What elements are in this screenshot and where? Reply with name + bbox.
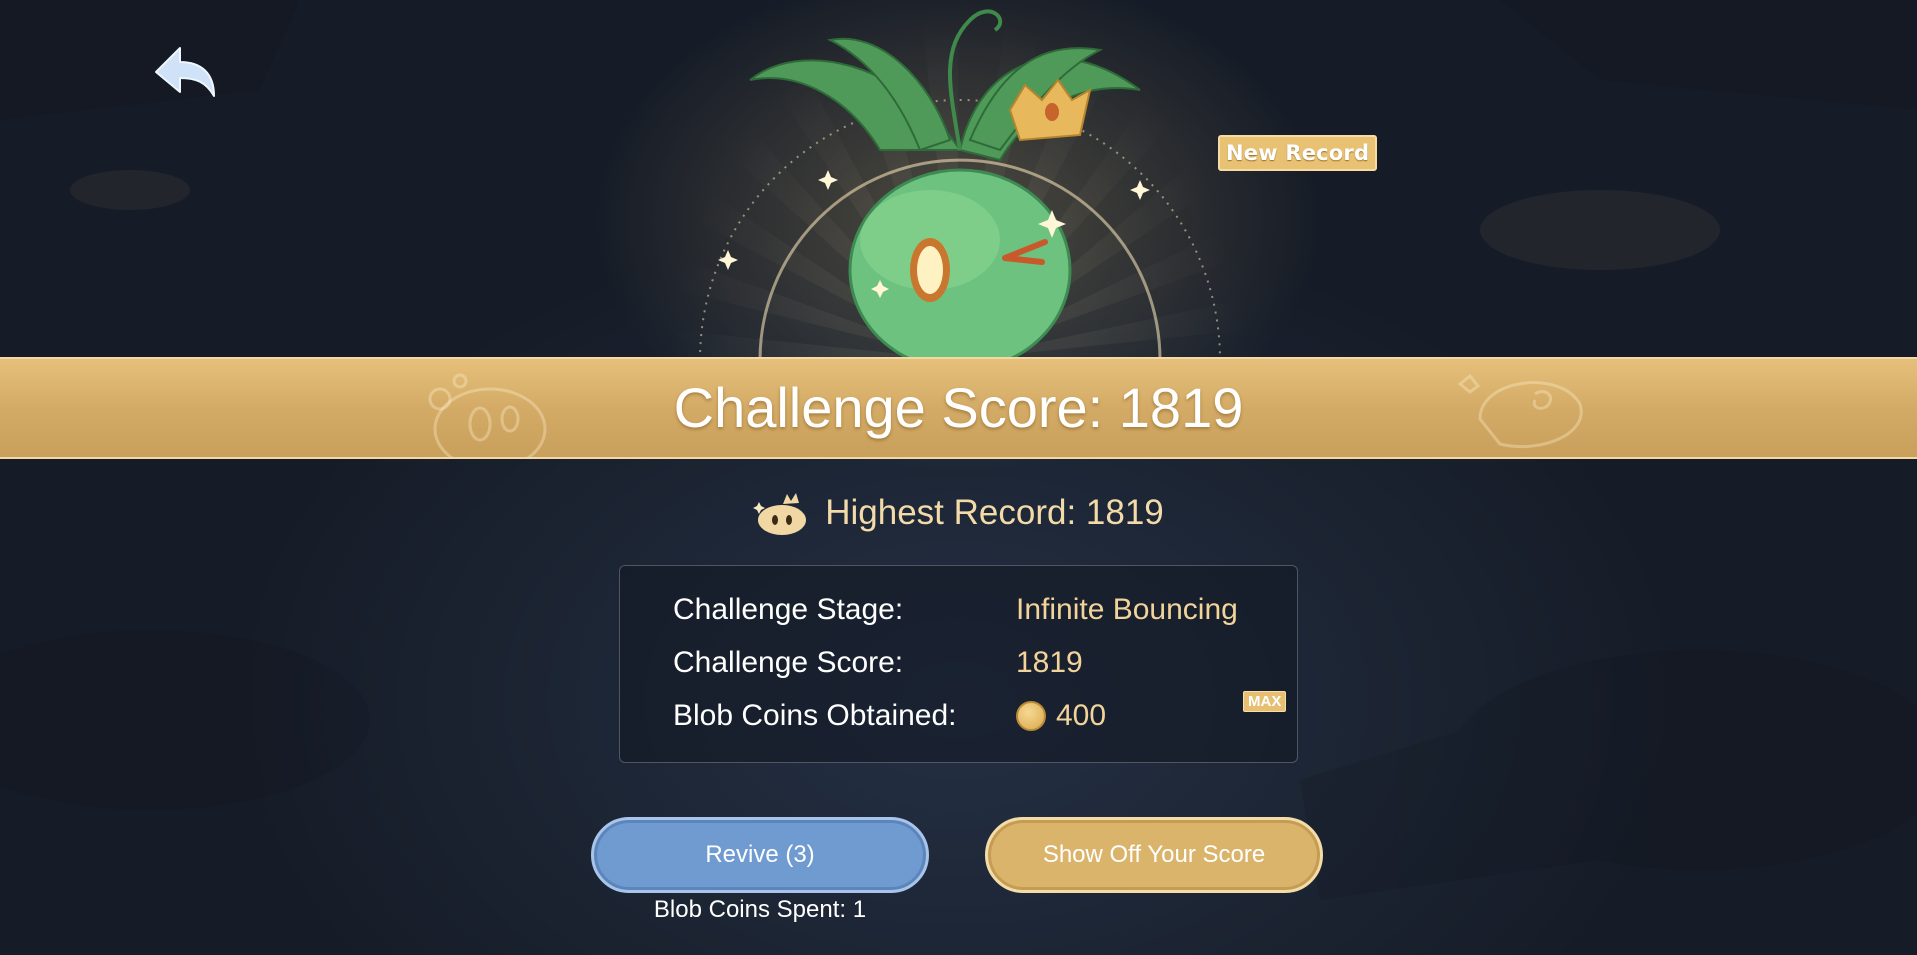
results-panel: Challenge Stage: Infinite Bouncing Chall… [619, 565, 1298, 763]
result-row-stage: Challenge Stage: Infinite Bouncing [673, 593, 1273, 633]
max-badge: MAX [1243, 691, 1287, 712]
result-row-coins: Blob Coins Obtained: 400 [673, 699, 1273, 739]
highest-record: Highest Record: 1819 [0, 488, 1917, 538]
stage-value: Infinite Bouncing [1016, 593, 1238, 626]
coins-spent-text: Blob Coins Spent: 1 [653, 896, 867, 923]
show-off-score-button[interactable]: Show Off Your Score [985, 817, 1323, 893]
coins-value-group: 400 [1016, 699, 1106, 733]
score-label: Challenge Score: [673, 646, 904, 679]
result-row-score: Challenge Score: 1819 [673, 646, 1273, 686]
highest-record-text: Highest Record: 1819 [825, 493, 1164, 532]
blob-mascot-illustration [680, 0, 1240, 372]
coins-label: Blob Coins Obtained: [673, 699, 957, 732]
back-button[interactable] [150, 42, 220, 104]
score-banner: Challenge Score: 1819 [0, 357, 1917, 459]
blob-coin-icon [1016, 701, 1046, 731]
revive-button[interactable]: Revive (3) [591, 817, 929, 893]
new-record-badge: New Record [1218, 135, 1378, 171]
crowned-blob-icon [753, 493, 807, 535]
challenge-score-title: Challenge Score: 1819 [673, 376, 1244, 439]
stage-label: Challenge Stage: [673, 593, 904, 626]
score-value: 1819 [1016, 646, 1083, 679]
back-arrow-icon [155, 47, 215, 97]
coins-value: 400 [1056, 699, 1107, 732]
